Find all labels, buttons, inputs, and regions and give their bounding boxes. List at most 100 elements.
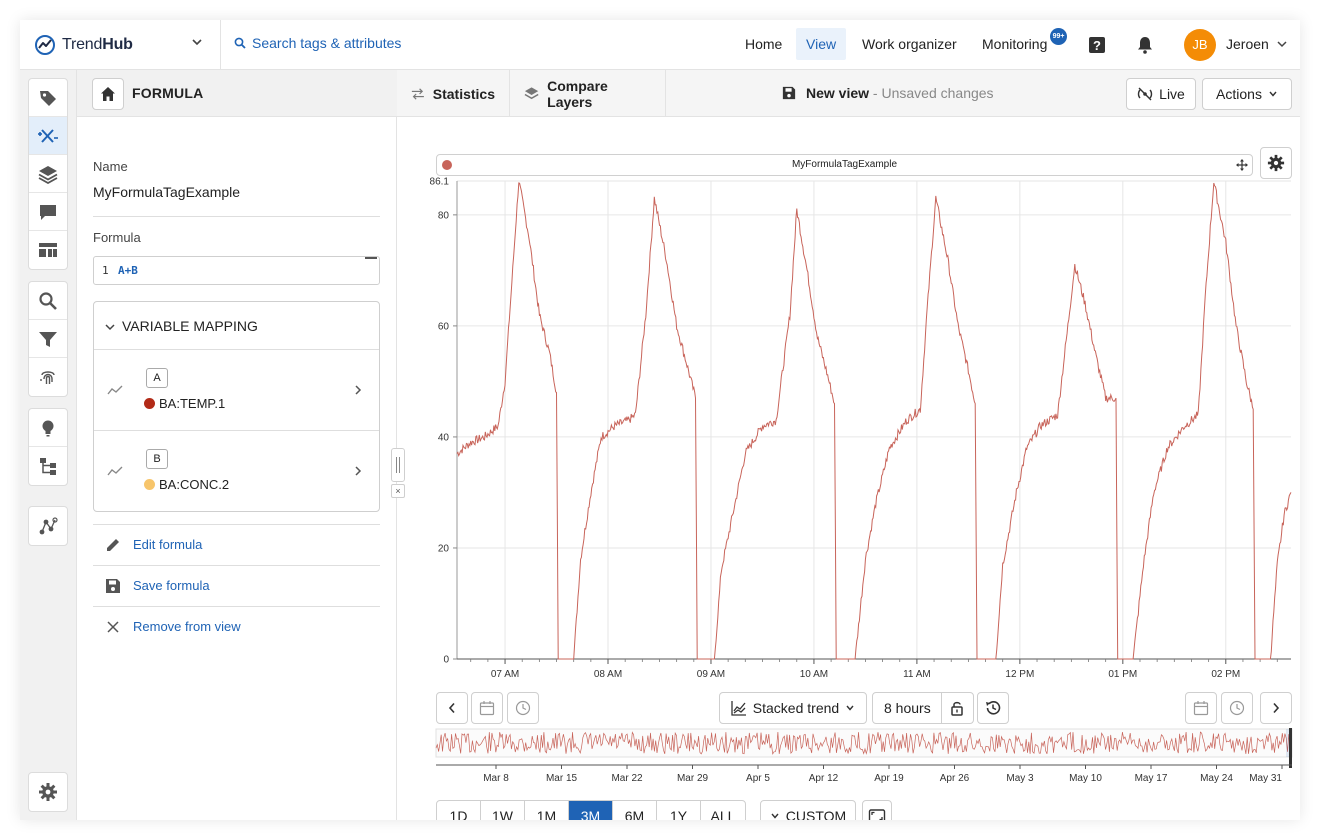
range-1d-button[interactable]: 1D [437,801,481,820]
rail-settings-button[interactable] [29,773,67,811]
range-1w-button[interactable]: 1W [481,801,525,820]
overview-navigator[interactable]: Mar 8 Mar 15 Mar 22 Mar 29 Apr 5 Apr 12 Apr 19… [397,727,1300,797]
view-name: New view - Unsaved changes [782,85,994,101]
history-icon [986,701,1001,715]
trend-line-icon [107,466,123,476]
overview-tick-label: May 3 [1006,773,1034,784]
range-1y-button[interactable]: 1Y [657,801,701,820]
brand-logo[interactable]: TrendHub [34,32,133,58]
end-time-button[interactable] [1221,692,1253,724]
fit-range-button[interactable] [862,800,892,820]
formula-expression[interactable]: A+B [118,264,138,277]
variable-letter: A [146,368,168,388]
search-icon [234,37,246,49]
settings-icon [39,783,57,801]
rail-layers-button[interactable] [29,155,67,193]
range-all-button[interactable]: ALL [701,801,745,820]
search-placeholder: Search tags & attributes [252,35,402,51]
bell-icon[interactable] [1135,35,1155,55]
help-icon[interactable]: ? [1087,35,1107,55]
comment-icon [40,204,56,220]
edit-formula-button[interactable]: Edit formula [93,525,380,565]
layers-icon [524,86,539,99]
chart-type-label: Stacked trend [752,700,840,716]
variable-row-b[interactable]: B BA:CONC.2 [94,431,379,512]
chevron-right-icon [1273,702,1280,714]
overview-window-handle[interactable] [1289,728,1292,768]
user-name[interactable]: Jeroen [1226,36,1269,52]
history-button[interactable] [977,692,1009,724]
live-button[interactable]: Live [1126,78,1196,110]
rail-formula-button[interactable] [29,117,67,155]
trend-chart[interactable]: 0 20 40 60 80 86.1 07 AM 08 AM 09 AM 10 AM 11 AM 12… [397,175,1300,683]
filter-icon [39,331,57,347]
nav-home[interactable]: Home [735,28,792,60]
fingerprint-icon [40,371,55,384]
rail-graph-button[interactable] [29,507,67,545]
save-icon [106,579,120,593]
x-tick-label: 12 PM [1005,669,1034,680]
start-time-button[interactable] [507,692,539,724]
rail-group-main [28,78,68,270]
formula-editor[interactable]: 1 A+B [93,256,380,285]
overview-tick-label: Apr 19 [874,773,904,784]
range-3m-button[interactable]: 3M [569,801,613,820]
rail-comments-button[interactable] [29,193,67,231]
pan-left-button[interactable] [436,692,468,724]
notification-count-badge: 99+ [1050,28,1067,45]
chart-legend[interactable]: MyFormulaTagExample [436,154,1253,176]
rail-dashboard-button[interactable] [29,231,67,269]
range-selector: 1D 1W 1M 3M 6M 1Y ALL [436,800,746,820]
duration-field[interactable]: 8 hours [872,692,974,724]
name-value[interactable]: MyFormulaTagExample [93,184,240,200]
series-line[interactable] [456,182,1292,660]
home-button[interactable] [92,78,124,110]
nav-view[interactable]: View [796,28,847,60]
remove-from-view-button[interactable]: Remove from view [93,607,380,647]
overview-tick-label: Apr 5 [746,773,770,784]
dashboard-icon [39,243,57,257]
user-avatar[interactable]: JB [1184,29,1216,61]
range-1m-button[interactable]: 1M [525,801,569,820]
save-icon[interactable] [782,86,796,100]
statistics-tab[interactable]: Statistics [397,70,510,117]
rail-fingerprint-button[interactable] [29,358,67,396]
divider [93,216,380,217]
variable-mapping-header[interactable]: VARIABLE MAPPING [94,302,379,350]
chevron-down-icon[interactable] [1276,38,1288,50]
lock-icon[interactable] [949,700,965,716]
rail-group-settings [28,772,68,812]
svg-text:?: ? [1093,38,1101,53]
editor-scrollbar[interactable] [365,257,377,259]
tool-rail [20,70,77,820]
overview-series [435,728,1293,768]
rail-insights-button[interactable] [29,409,67,447]
variable-row-a[interactable]: A BA:TEMP.1 [94,350,379,431]
gear-icon [1267,154,1285,172]
chart-type-dropdown[interactable]: Stacked trend [719,692,867,724]
start-date-button[interactable] [471,692,503,724]
end-date-button[interactable] [1185,692,1217,724]
nav-monitoring[interactable]: Monitoring [972,28,1057,60]
rail-search-button[interactable] [29,282,67,320]
formula-panel-header: FORMULA [77,70,397,117]
rail-filter-button[interactable] [29,320,67,358]
compare-layers-tab[interactable]: Compare Layers [510,70,666,117]
actions-menu-button[interactable]: Actions [1202,78,1292,110]
nav-work-organizer[interactable]: Work organizer [852,28,967,60]
rail-hierarchy-button[interactable] [29,447,67,485]
move-icon[interactable] [1236,159,1248,171]
pan-right-button[interactable] [1260,692,1292,724]
search-field[interactable]: Search tags & attributes [234,35,401,51]
layers-icon [38,165,58,184]
save-formula-button[interactable]: Save formula [93,566,380,606]
x-tick-label: 10 AM [800,669,828,680]
range-6m-button[interactable]: 6M [613,801,657,820]
overview-tick-label: Mar 15 [546,773,578,784]
rail-tags-button[interactable] [29,79,67,117]
panel-title: FORMULA [132,85,204,101]
view-toolbar: Statistics Compare Layers New view - Uns… [397,70,1300,117]
chevron-down-icon[interactable] [190,35,204,49]
custom-range-button[interactable]: CUSTOM [760,800,856,820]
overview-tick-label: May 31 [1249,773,1282,784]
